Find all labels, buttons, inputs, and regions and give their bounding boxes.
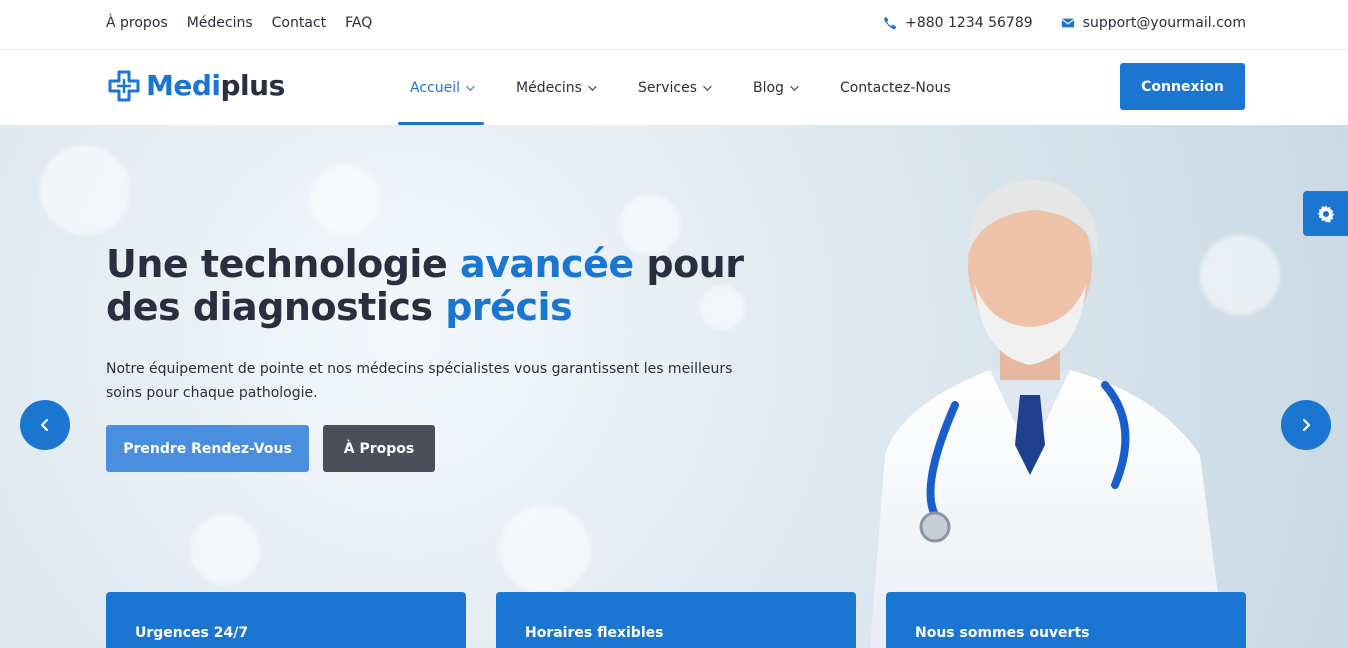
phone-icon [884, 16, 897, 30]
phone-contact[interactable]: +880 1234 56789 [883, 15, 1033, 31]
slider-prev-button[interactable] [20, 400, 70, 450]
gear-icon [1317, 205, 1334, 223]
hero-title-highlight2: précis [445, 285, 573, 329]
feature-card-title: Horaires flexibles [525, 625, 664, 641]
bokeh-decoration [310, 165, 380, 235]
hero-title-highlight1: avancée [459, 242, 634, 286]
chevron-left-icon [40, 418, 49, 432]
hero-description: Notre équipement de pointe et nos médeci… [106, 361, 733, 401]
logo-text-medi: Medi [146, 69, 221, 102]
nav-item-doctors[interactable]: Médecins [504, 51, 606, 125]
top-links: À propos Médecins Contact FAQ [106, 15, 372, 31]
nav-item-home[interactable]: Accueil [398, 51, 484, 125]
login-button[interactable]: Connexion [1120, 63, 1245, 110]
main-header: Mediplus Accueil Médecins Services Blog … [0, 51, 1348, 125]
nav-item-contact[interactable]: Contactez-Nous [828, 51, 963, 125]
bokeh-decoration [40, 145, 130, 235]
slider-next-button[interactable] [1281, 400, 1331, 450]
nav-label-home: Accueil [410, 80, 460, 96]
settings-toggle[interactable] [1303, 191, 1348, 236]
doctor-image [870, 180, 1225, 648]
nav-label-contact: Contactez-Nous [839, 80, 951, 96]
top-link-contact[interactable]: Contact [272, 15, 326, 31]
bokeh-decoration [500, 505, 590, 595]
about-button[interactable]: À Propos [323, 425, 435, 472]
top-bar: À propos Médecins Contact FAQ +880 1234 … [0, 0, 1348, 50]
feature-card-open[interactable]: Nous sommes ouverts [886, 592, 1246, 648]
email-contact[interactable]: support@yourmail.com [1061, 15, 1246, 31]
chevron-right-icon [1302, 418, 1311, 432]
feature-card-title: Urgences 24/7 [135, 625, 249, 641]
chevron-down-icon [588, 82, 597, 91]
feature-card-hours[interactable]: Horaires flexibles [496, 592, 856, 648]
chevron-down-icon [466, 82, 475, 91]
hero-title-part1: Une technologie [106, 242, 460, 286]
main-nav: Accueil Médecins Services Blog Contactez… [398, 51, 983, 125]
logo[interactable]: Mediplus [108, 69, 285, 102]
feature-card-emergency[interactable]: Urgences 24/7 [106, 592, 466, 648]
medical-cross-icon [108, 70, 140, 101]
top-link-about[interactable]: À propos [106, 15, 168, 31]
nav-label-services: Services [637, 80, 697, 96]
envelope-icon [1061, 18, 1074, 28]
hero-slider: Une technologie avancée pour des diagnos… [0, 125, 1348, 648]
phone-number: +880 1234 56789 [905, 15, 1033, 31]
hero-title: Une technologie avancée pour des diagnos… [106, 243, 746, 329]
nav-item-blog[interactable]: Blog [741, 51, 808, 125]
email-address: support@yourmail.com [1082, 15, 1246, 31]
top-link-faq[interactable]: FAQ [345, 15, 372, 31]
nav-label-blog: Blog [753, 80, 784, 96]
bokeh-decoration [190, 515, 260, 585]
logo-text-plus: plus [220, 69, 286, 102]
top-link-doctors[interactable]: Médecins [187, 15, 253, 31]
nav-label-doctors: Médecins [516, 80, 582, 96]
appointment-button[interactable]: Prendre Rendez-Vous [106, 425, 309, 472]
chevron-down-icon [703, 82, 712, 91]
feature-card-title: Nous sommes ouverts [915, 625, 1090, 641]
chevron-down-icon [790, 82, 799, 91]
nav-item-services[interactable]: Services [626, 51, 721, 125]
top-contact: +880 1234 56789 support@yourmail.com [883, 15, 1246, 31]
